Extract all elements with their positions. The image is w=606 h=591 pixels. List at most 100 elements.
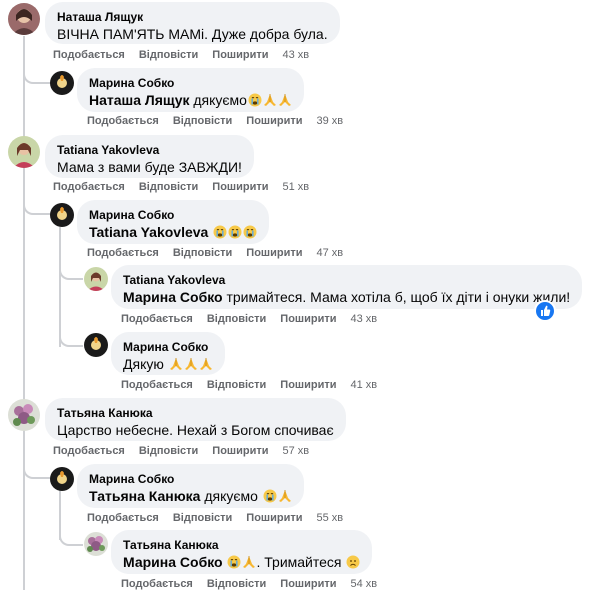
like-link[interactable]: Подобається <box>87 114 159 128</box>
avatar[interactable] <box>84 267 108 291</box>
like-reaction-badge[interactable] <box>534 300 556 322</box>
reply-link[interactable]: Відповісти <box>173 511 232 525</box>
avatar[interactable] <box>50 467 74 491</box>
comment-text-body <box>208 224 212 240</box>
thread-connector <box>23 62 51 84</box>
avatar[interactable] <box>8 136 40 168</box>
reply-link[interactable]: Відповісти <box>207 577 266 591</box>
like-link[interactable]: Подобається <box>121 577 193 591</box>
share-link[interactable]: Поширити <box>212 48 268 62</box>
like-link[interactable]: Подобається <box>53 180 125 194</box>
comment-text-body: тримайтеся. Мама хотіла б, щоб їх діти і… <box>222 289 571 305</box>
reply-link[interactable]: Відповісти <box>139 180 198 194</box>
comment-text: Марина Собко . Тримайтеся <box>123 553 360 572</box>
share-link[interactable]: Поширити <box>280 577 336 591</box>
thumbs-up-icon <box>541 305 551 316</box>
like-link[interactable]: Подобається <box>121 378 193 392</box>
thread-connector <box>23 193 51 215</box>
comment-text-body: . Тримайтеся <box>256 554 346 570</box>
share-link[interactable]: Поширити <box>246 114 302 128</box>
share-link[interactable]: Поширити <box>212 180 268 194</box>
comment-author[interactable]: Марина Собко <box>89 471 292 487</box>
comment-time[interactable]: 47 хв <box>316 246 343 260</box>
comment-time[interactable]: 43 хв <box>350 312 377 326</box>
comment-text-body: дякуємо <box>200 488 262 504</box>
comment-bubble: Марина Собко Татьяна Канюка дякуємо <box>77 464 304 508</box>
comment-actions: Подобається Відповісти Поширити 54 хв <box>121 577 377 591</box>
reply-link[interactable]: Відповісти <box>173 114 232 128</box>
crying-face-icon <box>227 555 241 569</box>
avatar[interactable] <box>8 399 40 431</box>
comment-time[interactable]: 41 хв <box>350 378 377 392</box>
reply-link[interactable]: Відповісти <box>139 48 198 62</box>
comment-bubble: Марина Собко Наташа Лящук дякуємо <box>77 68 304 112</box>
avatar[interactable] <box>84 532 108 556</box>
comment-author[interactable]: Tatiana Yakovleva <box>123 272 570 288</box>
praying-hands-icon <box>243 556 256 568</box>
avatar[interactable] <box>8 3 40 35</box>
mention-link[interactable]: Марина Собко <box>123 554 223 570</box>
comment-author[interactable]: Tatiana Yakovleva <box>57 142 242 158</box>
comment-text: Tatiana Yakovleva <box>89 223 257 242</box>
comment-author[interactable]: Марина Собко <box>89 207 257 223</box>
comment-text: Царство небесне. Нехай з Богом спочиває <box>57 422 334 438</box>
comment-author[interactable]: Марина Собко <box>89 75 292 91</box>
comment-actions: Подобається Відповісти Поширити 43 хв <box>53 48 309 62</box>
avatar[interactable] <box>50 203 74 227</box>
mention-link[interactable]: Tatiana Yakovleva <box>89 224 208 240</box>
mention-link[interactable]: Татьяна Канюка <box>89 488 200 504</box>
comment-bubble: Татьяна Канюка Царство небесне. Нехай з … <box>45 398 346 441</box>
avatar[interactable] <box>84 333 108 357</box>
like-link[interactable]: Подобається <box>53 48 125 62</box>
sad-face-icon <box>346 555 360 569</box>
mention-link[interactable]: Наташа Лящук <box>89 92 189 108</box>
like-link[interactable]: Подобається <box>121 312 193 326</box>
comment-text-body <box>223 554 227 570</box>
like-link[interactable]: Подобається <box>87 246 159 260</box>
praying-hands-icon <box>184 358 197 370</box>
comment-author[interactable]: Марина Собко <box>123 339 213 355</box>
thread-connector <box>59 258 83 280</box>
thread-line <box>23 36 25 590</box>
thread-connector <box>59 524 83 546</box>
comment-time[interactable]: 39 хв <box>316 114 343 128</box>
praying-hands-icon <box>278 94 291 106</box>
comment-text: Татьяна Канюка дякуємо <box>89 487 292 506</box>
reply-link[interactable]: Відповісти <box>207 378 266 392</box>
reply-link[interactable]: Відповісти <box>173 246 232 260</box>
comment-time[interactable]: 43 хв <box>282 48 309 62</box>
like-link[interactable]: Подобається <box>53 444 125 458</box>
comment-actions: Подобається Відповісти Поширити 43 хв <box>121 312 377 326</box>
reply-link[interactable]: Відповісти <box>139 444 198 458</box>
comment-author[interactable]: Татьяна Канюка <box>57 405 334 421</box>
comment-time[interactable]: 57 хв <box>282 444 309 458</box>
comment-text: Наташа Лящук дякуємо <box>89 91 292 110</box>
comment-text: Марина Собко тримайтеся. Мама хотіла б, … <box>123 288 570 307</box>
comment-bubble: Наташа Лящук ВІЧНА ПАМ'ЯТЬ МАМі. Дуже до… <box>45 2 340 44</box>
comment-time[interactable]: 51 хв <box>282 180 309 194</box>
comment-time[interactable]: 55 хв <box>316 511 343 525</box>
like-link[interactable]: Подобається <box>87 511 159 525</box>
comment-time[interactable]: 54 хв <box>350 577 377 591</box>
comment-text-body: дякуємо <box>189 92 247 108</box>
comment-thread: Наташа Лящук ВІЧНА ПАМ'ЯТЬ МАМі. Дуже до… <box>0 0 606 590</box>
comment-actions: Подобається Відповісти Поширити 51 хв <box>53 180 309 194</box>
comment-actions: Подобається Відповісти Поширити 39 хв <box>87 114 343 128</box>
share-link[interactable]: Поширити <box>246 246 302 260</box>
praying-hands-icon <box>169 358 182 370</box>
crying-face-icon <box>248 93 262 107</box>
avatar[interactable] <box>50 71 74 95</box>
reply-link[interactable]: Відповісти <box>207 312 266 326</box>
comment-actions: Подобається Відповісти Поширити 57 хв <box>53 444 309 458</box>
share-link[interactable]: Поширити <box>212 444 268 458</box>
share-link[interactable]: Поширити <box>280 312 336 326</box>
share-link[interactable]: Поширити <box>246 511 302 525</box>
comment-bubble: Марина Собко Tatiana Yakovleva <box>77 200 270 244</box>
crying-face-icon <box>228 225 242 239</box>
mention-link[interactable]: Марина Собко <box>123 289 223 305</box>
share-link[interactable]: Поширити <box>280 378 336 392</box>
thread-connector <box>59 325 83 347</box>
comment-author[interactable]: Наташа Лящук <box>57 9 328 25</box>
comment-author[interactable]: Татьяна Канюка <box>123 537 360 553</box>
comment-bubble: Tatiana Yakovleva Мама з вами буде ЗАВЖД… <box>45 135 254 178</box>
